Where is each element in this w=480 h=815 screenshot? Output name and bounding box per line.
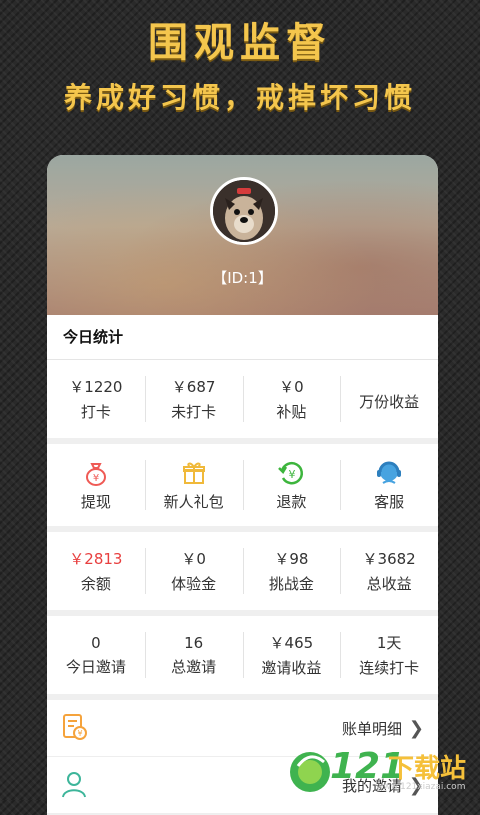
stat-value: 0 bbox=[91, 633, 101, 652]
bill-icon: ¥ bbox=[63, 714, 87, 740]
stat-value: ￥98 bbox=[274, 550, 309, 568]
svg-text:¥: ¥ bbox=[77, 729, 82, 738]
stat-subsidy[interactable]: ￥0 补贴 bbox=[242, 360, 341, 438]
stat-label: 万份收益 bbox=[359, 392, 420, 411]
stat-value: ￥465 bbox=[269, 634, 314, 652]
stat-total-income[interactable]: ￥3682 总收益 bbox=[340, 532, 438, 610]
avatar[interactable] bbox=[210, 177, 278, 245]
svg-text:¥: ¥ bbox=[289, 468, 296, 481]
stat-value: 16 bbox=[184, 633, 204, 652]
stat-label: 打卡 bbox=[80, 403, 111, 421]
stat-label: 未打卡 bbox=[171, 403, 217, 421]
stat-label: 连续打卡 bbox=[359, 659, 420, 677]
hero-subtitle: 养成好习惯，戒掉坏习惯 bbox=[63, 81, 416, 114]
stat-label: 总收益 bbox=[366, 575, 412, 593]
action-label: 新人礼包 bbox=[163, 492, 224, 511]
site-watermark: 121 下载站 www.121xiazai.com bbox=[284, 742, 480, 800]
svg-text:¥: ¥ bbox=[93, 473, 99, 484]
customer-service-icon bbox=[377, 461, 402, 484]
stats-row-3: 0 今日邀请 16 总邀请 ￥465 邀请收益 1天 连续打卡 bbox=[47, 616, 438, 694]
stat-label: 体验金 bbox=[171, 575, 217, 593]
stat-label: 余额 bbox=[80, 575, 111, 593]
stat-total-invites[interactable]: 16 总邀请 bbox=[144, 616, 243, 694]
stat-not-checkin[interactable]: ￥687 未打卡 bbox=[144, 360, 243, 438]
user-id: 【ID:1】 bbox=[212, 269, 273, 287]
withdraw-button[interactable]: ¥ 提现 bbox=[47, 444, 145, 526]
refund-icon: ¥ bbox=[278, 461, 304, 484]
stats-row-2: ￥2813 余额 ￥0 体验金 ￥98 挑战金 ￥3682 总收益 bbox=[47, 532, 438, 610]
stat-label: 今日邀请 bbox=[65, 657, 126, 676]
actions-row: ¥ 提现 新人礼包 ¥ 退款 客服 bbox=[47, 444, 438, 526]
action-label: 退款 bbox=[276, 492, 307, 511]
customer-service-button[interactable]: 客服 bbox=[340, 444, 438, 526]
stat-label: 挑战金 bbox=[268, 575, 314, 593]
stat-trial-fund[interactable]: ￥0 体验金 bbox=[144, 532, 243, 610]
newbie-gift-button[interactable]: 新人礼包 bbox=[144, 444, 243, 526]
action-label: 客服 bbox=[374, 492, 405, 511]
stat-value: ￥0 bbox=[279, 378, 304, 396]
watermark-text: 下载站 bbox=[388, 754, 467, 784]
stat-value: ￥687 bbox=[171, 378, 216, 396]
stat-challenge-fund[interactable]: ￥98 挑战金 bbox=[242, 532, 341, 610]
stat-balance[interactable]: ￥2813 余额 bbox=[47, 532, 145, 610]
stat-consecutive-checkin[interactable]: 1天 连续打卡 bbox=[340, 616, 438, 694]
menu-label: 账单明细 bbox=[341, 719, 402, 738]
user-icon bbox=[62, 772, 86, 798]
watermark-domain: www.121xiazai.com bbox=[376, 782, 466, 792]
hero-title: 围观监督 bbox=[148, 20, 332, 66]
stat-value: 1天 bbox=[376, 634, 402, 652]
chevron-right-icon: ❯ bbox=[408, 717, 424, 739]
stat-value: ￥3682 bbox=[362, 550, 416, 568]
stat-today-invites[interactable]: 0 今日邀请 bbox=[47, 616, 145, 694]
money-bag-icon: ¥ bbox=[85, 462, 106, 486]
stat-label: 补贴 bbox=[276, 403, 307, 421]
gift-icon bbox=[182, 462, 205, 484]
refund-button[interactable]: ¥ 退款 bbox=[242, 444, 341, 526]
stat-invite-income[interactable]: ￥465 邀请收益 bbox=[242, 616, 341, 694]
stats-row-1: ￥1220 打卡 ￥687 未打卡 ￥0 补贴 万份收益 bbox=[47, 360, 438, 438]
today-stats-title: 今日统计 bbox=[47, 315, 438, 360]
stat-value: ￥2813 bbox=[69, 550, 123, 568]
profile-card: 【ID:1】 今日统计 ￥1220 打卡 ￥687 未打卡 ￥0 补贴 万份收益… bbox=[47, 155, 438, 815]
stat-label: 邀请收益 bbox=[261, 659, 322, 677]
stat-value: ￥1220 bbox=[69, 378, 123, 396]
profile-banner: 【ID:1】 bbox=[47, 155, 438, 315]
action-label: 提现 bbox=[80, 492, 111, 511]
stat-checkin[interactable]: ￥1220 打卡 bbox=[47, 360, 145, 438]
stat-value: ￥0 bbox=[181, 550, 206, 568]
stat-per-10k-yield[interactable]: 万份收益 bbox=[340, 360, 438, 438]
stat-label: 总邀请 bbox=[171, 657, 217, 676]
